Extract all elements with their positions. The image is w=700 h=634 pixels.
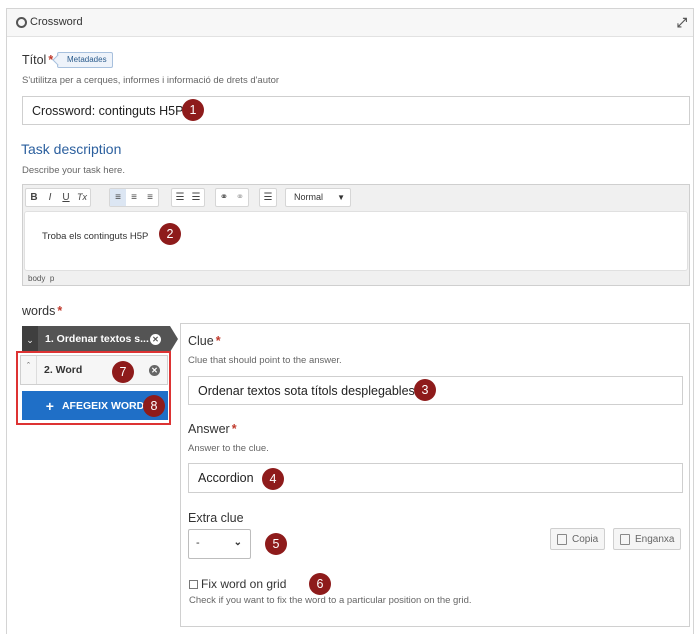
chevron-down-icon: ⌄ — [233, 537, 242, 548]
h5p-icon — [16, 17, 27, 28]
path-p[interactable]: p — [50, 274, 54, 283]
format-select[interactable]: Normal ▼ — [285, 188, 351, 207]
editor-content-text: Troba els continguts H5P — [42, 231, 149, 242]
remove-icon[interactable]: ✕ — [149, 365, 160, 376]
fix-word-checkbox[interactable] — [189, 580, 198, 589]
callout-7: 7 — [112, 361, 134, 383]
align-group: ≡ ≡ ≡ — [109, 188, 159, 207]
underline-button[interactable]: U — [58, 189, 74, 206]
list-item[interactable]: ⌄ 1. Ordenar textos s... ✕ — [22, 326, 178, 352]
align-right-button[interactable]: ≡ — [142, 189, 158, 206]
list-item-label: 1. Ordenar textos s... — [45, 333, 149, 345]
clue-input-value: Ordenar textos sota títols desplegables. — [198, 383, 419, 398]
plus-icon: + — [45, 397, 54, 414]
align-left-button[interactable]: ≡ — [110, 189, 126, 206]
list-group: ☰ ☰ — [171, 188, 205, 207]
required-asterisk: * — [215, 334, 221, 348]
callout-5: 5 — [265, 533, 287, 555]
answer-label: Answer * — [188, 422, 237, 436]
bulleted-list-button[interactable]: ☰ — [172, 189, 188, 206]
task-description-hint: Describe your task here. — [22, 165, 125, 176]
required-asterisk: * — [57, 304, 63, 318]
hr-group: ☰ — [259, 188, 277, 207]
clue-description: Clue that should point to the answer. — [188, 355, 342, 366]
clue-label-text: Clue — [188, 334, 214, 348]
title-input-value: Crossword: continguts H5P — [32, 103, 184, 118]
clear-format-button[interactable]: Tx — [74, 189, 90, 206]
italic-button[interactable]: I — [42, 189, 58, 206]
add-word-label: AFEGEIX WORD — [61, 399, 145, 412]
copy-button-label: Copia — [572, 533, 599, 545]
required-asterisk: * — [231, 422, 237, 436]
paste-button-label: Enganxa — [635, 533, 675, 545]
words-label-text: words — [22, 304, 56, 318]
paste-button[interactable]: Enganxa — [613, 528, 682, 550]
paste-icon — [620, 533, 630, 545]
list-item-label: 2. Word — [44, 364, 83, 376]
link-icon[interactable]: ⚭ — [216, 189, 232, 206]
element-path: body p — [28, 274, 54, 283]
words-label: words * — [22, 304, 62, 318]
copy-icon — [557, 533, 567, 545]
bold-button[interactable]: B — [26, 189, 42, 206]
title-label: Títol * — [22, 53, 53, 67]
align-center-button[interactable]: ≡ — [126, 189, 142, 206]
remove-icon[interactable]: ✕ — [150, 334, 161, 345]
title-label-text: Títol — [22, 53, 47, 67]
unlink-icon[interactable]: ⚭ — [232, 189, 248, 206]
format-select-value: Normal — [294, 192, 324, 202]
answer-input-value: Accordion — [198, 471, 254, 485]
text-style-group: B I U Tx — [25, 188, 91, 207]
fix-word-label[interactable]: Fix word on grid — [201, 577, 286, 591]
callout-4: 4 — [262, 468, 284, 490]
extra-clue-select-value: - — [196, 537, 200, 549]
extra-clue-label: Extra clue — [188, 511, 244, 525]
editor-content-area[interactable]: Troba els continguts H5P — [24, 211, 688, 271]
copy-button[interactable]: Copia — [550, 528, 606, 550]
clue-label: Clue * — [188, 334, 221, 348]
chevron-down-icon: ▼ — [337, 193, 345, 202]
list-item[interactable]: ˆ 2. Word ✕ — [20, 355, 168, 385]
task-description-heading: Task description — [21, 141, 122, 157]
extra-clue-select[interactable]: - ⌄ — [188, 529, 251, 559]
title-description: S'utilitza per a cerques, informes i inf… — [22, 75, 280, 86]
callout-2: 2 — [159, 223, 181, 245]
answer-description: Answer to the clue. — [188, 443, 269, 454]
metadata-button[interactable]: Metadades — [57, 52, 113, 68]
editor-toolbar: B I U Tx ≡ ≡ ≡ ☰ ☰ ⚭ ⚭ ☰ Normal ▼ — [23, 185, 689, 211]
fix-word-description: Check if you want to fix the word to a p… — [189, 595, 472, 606]
window-titlebar: Crossword ⤢ — [7, 9, 693, 37]
callout-6: 6 — [309, 573, 331, 595]
chevron-down-icon[interactable]: ⌄ — [22, 326, 38, 352]
numbered-list-button[interactable]: ☰ — [188, 189, 204, 206]
expand-icon[interactable]: ⤢ — [677, 15, 687, 31]
window-title: Crossword — [30, 16, 83, 28]
chevron-up-icon[interactable]: ˆ — [21, 356, 37, 384]
callout-3: 3 — [414, 379, 436, 401]
horizontal-rule-button[interactable]: ☰ — [260, 189, 276, 206]
link-group: ⚭ ⚭ — [215, 188, 249, 207]
answer-label-text: Answer — [188, 422, 230, 436]
path-body[interactable]: body — [28, 274, 45, 283]
title-input[interactable]: Crossword: continguts H5P — [22, 96, 690, 125]
callout-8: 8 — [143, 395, 165, 417]
rich-text-editor: B I U Tx ≡ ≡ ≡ ☰ ☰ ⚭ ⚭ ☰ Normal ▼ Troba … — [22, 184, 690, 286]
callout-1: 1 — [182, 99, 204, 121]
